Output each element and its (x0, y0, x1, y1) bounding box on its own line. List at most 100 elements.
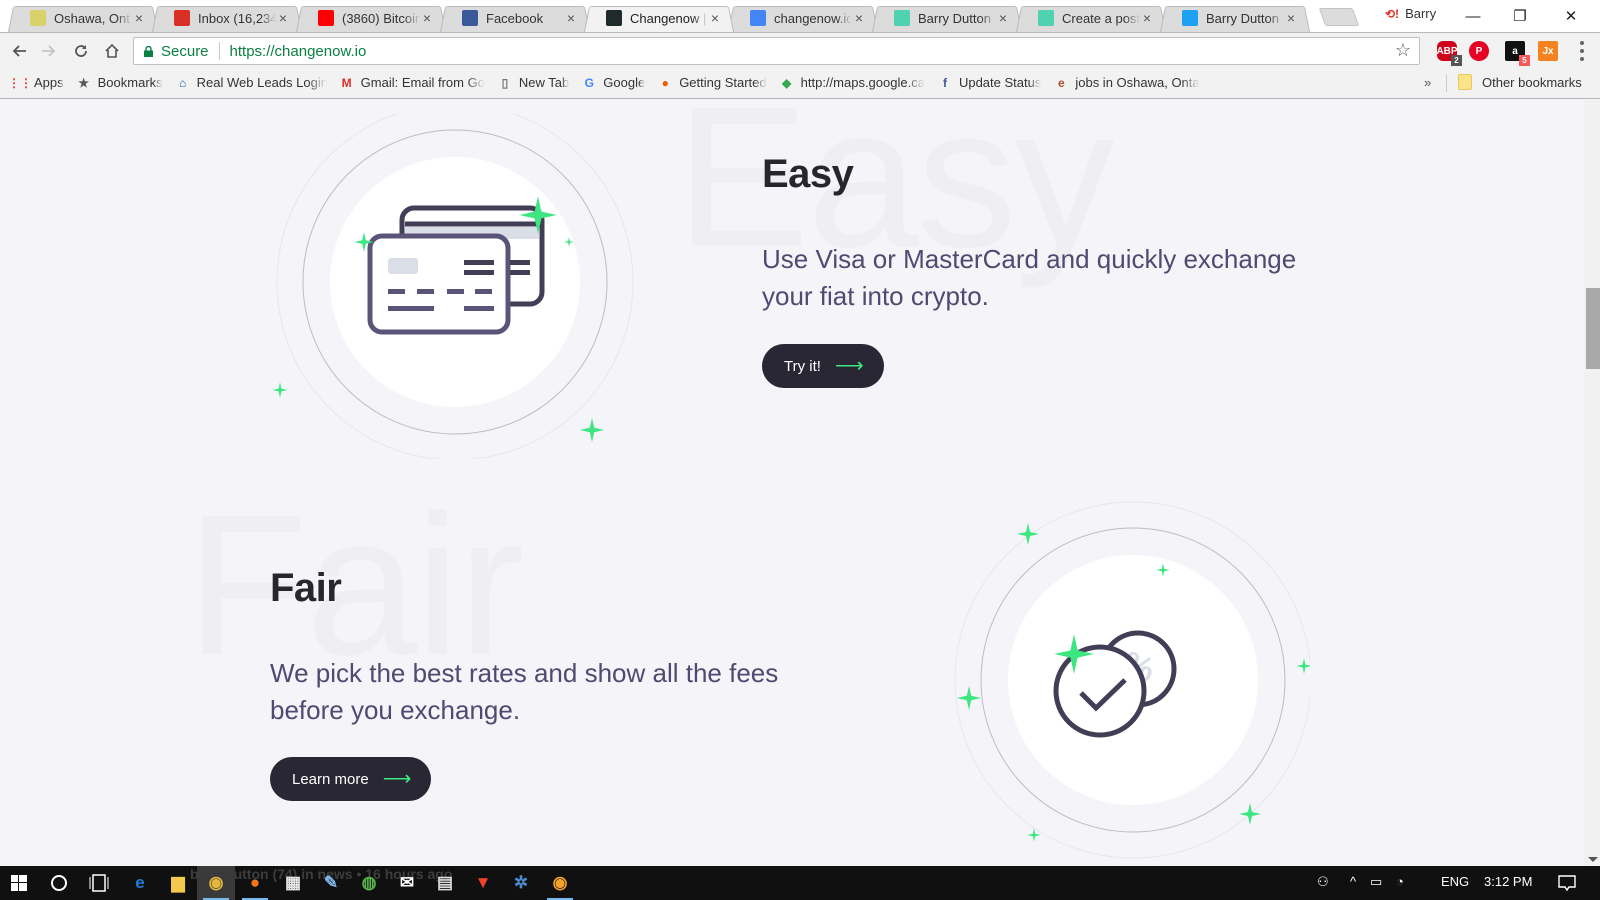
bookmark-item[interactable]: G Google (581, 75, 646, 91)
bookmark-label: Gmail: Email from Go (360, 75, 485, 90)
bookmark-label: Google (603, 75, 646, 90)
tab-close-icon[interactable]: × (852, 10, 866, 26)
network-app-icon[interactable]: ✲ (502, 866, 540, 900)
bookmark-label: http://maps.google.ca (800, 75, 925, 90)
browser-menu-button[interactable] (1578, 41, 1586, 61)
paint-icon[interactable]: ✎ (312, 866, 350, 900)
adblock-plus-icon[interactable]: ABP 2 (1436, 41, 1462, 66)
tab-close-icon[interactable]: × (1284, 10, 1298, 26)
action-center-button[interactable] (1548, 866, 1586, 900)
chrome-icon[interactable]: ◉ (197, 866, 235, 900)
new-tab-button[interactable] (1318, 8, 1360, 26)
feature-title: Easy (762, 152, 854, 196)
tab-close-icon[interactable]: × (996, 10, 1010, 26)
calculator-icon[interactable]: ▤ (426, 866, 464, 900)
tab-close-icon[interactable]: × (708, 10, 722, 26)
lock-icon (144, 45, 153, 57)
minimize-button[interactable]: — (1450, 0, 1496, 32)
file-explorer-icon[interactable]: ▆ (159, 866, 197, 900)
browser-tab[interactable]: (3860) Bitcoin × (296, 4, 442, 32)
home-icon (105, 43, 119, 58)
restore-button[interactable]: ❐ (1497, 0, 1543, 32)
profile-button[interactable]: ⟲! Barry (1385, 6, 1436, 21)
url-text[interactable]: https://changenow.io (230, 43, 367, 60)
bookmark-item[interactable]: e jobs in Oshawa, Onta (1053, 75, 1200, 91)
browser-tab[interactable]: changenow.io × (728, 4, 874, 32)
mail-icon[interactable]: ✉ (388, 866, 426, 900)
globe-app-icon[interactable]: ◍ (350, 866, 388, 900)
other-bookmarks[interactable]: Other bookmarks (1458, 74, 1582, 90)
browser-tab[interactable]: Barry Dutton × (1160, 4, 1306, 32)
sparkle (272, 382, 288, 398)
bookmark-item[interactable]: ◆ http://maps.google.ca (779, 75, 925, 91)
clock[interactable]: 3:12 PM (1484, 874, 1532, 889)
tab-close-icon[interactable]: × (420, 10, 434, 26)
jx-icon[interactable]: Jx (1538, 41, 1558, 61)
start-button[interactable] (0, 866, 38, 900)
bookmark-item[interactable]: ⋮⋮ Apps (8, 75, 64, 91)
button-label: Try it! (784, 357, 821, 375)
windows-taskbar: barrydutton (74) in news • 16 hours ago … (0, 866, 1600, 900)
changenow-icon (606, 10, 622, 26)
chrome-canary-icon[interactable]: ◉ (541, 866, 579, 900)
people-icon[interactable]: ⚇ (1317, 874, 1329, 890)
scroll-down-arrow-icon[interactable] (1588, 857, 1598, 862)
firefox-icon[interactable]: ● (236, 866, 274, 900)
tab-close-icon[interactable]: × (132, 10, 146, 26)
back-arrow-icon (12, 45, 26, 57)
browser-tab[interactable]: Create a post × (1016, 4, 1162, 32)
wifi-icon[interactable]: ◔ (1396, 874, 1404, 889)
tab-title: Oshawa, Ont (54, 10, 130, 26)
brave-icon[interactable]: ▼ (464, 866, 502, 900)
browser-tab[interactable]: Inbox (16,234 × (152, 4, 298, 32)
close-window-button[interactable]: ✕ (1548, 0, 1594, 32)
feature-description: Use Visa or MasterCard and quickly excha… (762, 244, 1297, 311)
apps-grid-icon: ⋮⋮ (8, 75, 32, 90)
tab-close-icon[interactable]: × (1140, 10, 1154, 26)
pinterest-icon[interactable]: P (1469, 41, 1489, 61)
scrollbar-thumb[interactable] (1586, 288, 1600, 369)
address-bar[interactable]: Secure https://changenow.io ☆ (133, 37, 1420, 65)
bookmark-label: Apps (34, 75, 64, 90)
youtube-icon (318, 10, 334, 26)
browser-toolbar: Secure https://changenow.io ☆ ABP 2 Pa 5 Jx (0, 32, 1600, 67)
gmail-icon (174, 10, 190, 26)
reload-button[interactable] (68, 38, 94, 64)
language-indicator[interactable]: ENG (1441, 874, 1469, 889)
bookmark-star-icon[interactable]: ☆ (1395, 40, 1411, 61)
bookmark-item[interactable]: f Update Status (937, 75, 1041, 91)
task-view-button[interactable] (80, 866, 118, 900)
tab-close-icon[interactable]: × (276, 10, 290, 26)
bookmark-item[interactable]: ▯ New Tab (497, 75, 570, 91)
bookmarks-overflow-button[interactable]: » (1424, 75, 1431, 90)
tab-strip: Oshawa, Ont × Inbox (16,234 × (3860) Bitcoin… (0, 0, 1600, 32)
battery-icon[interactable]: ▭ (1370, 874, 1382, 890)
back-button[interactable] (6, 38, 32, 64)
try-it-button[interactable]: Try it! ⟶ (762, 344, 884, 388)
tab-title: changenow.io (774, 10, 852, 26)
facebook-icon (462, 10, 478, 26)
browser-tab[interactable]: Facebook × (440, 4, 586, 32)
edge-icon[interactable]: e (121, 866, 159, 900)
task-view-icon (89, 874, 109, 892)
twitter-icon (1182, 10, 1198, 26)
browser-tab[interactable]: Oshawa, Ont × (8, 4, 154, 32)
show-hidden-icons-chevron-icon[interactable]: ^ (1350, 874, 1356, 889)
page-icon: ▯ (501, 75, 509, 90)
browser-tab[interactable]: Changenow | × (584, 4, 730, 32)
bookmark-item[interactable]: ● Getting Started (657, 75, 767, 91)
bookmark-item[interactable]: ★ Bookmarks (76, 75, 162, 91)
page-scrollbar[interactable] (1584, 100, 1600, 866)
forward-button[interactable] (36, 38, 62, 64)
bookmark-item[interactable]: M Gmail: Email from Go (339, 75, 485, 91)
grid-app-icon[interactable]: ▦ (274, 866, 312, 900)
bookmark-item[interactable]: ⌂ Real Web Leads Login (175, 75, 327, 91)
home-button[interactable] (99, 38, 125, 64)
button-label: Learn more (292, 770, 369, 788)
cortana-button[interactable] (40, 866, 78, 900)
browser-tab[interactable]: Barry Dutton × (872, 4, 1018, 32)
profile-name: Barry (1405, 6, 1437, 21)
tab-close-icon[interactable]: × (564, 10, 578, 26)
amazon-icon[interactable]: a5 (1505, 41, 1530, 66)
learn-more-button[interactable]: Learn more ⟶ (270, 757, 432, 801)
